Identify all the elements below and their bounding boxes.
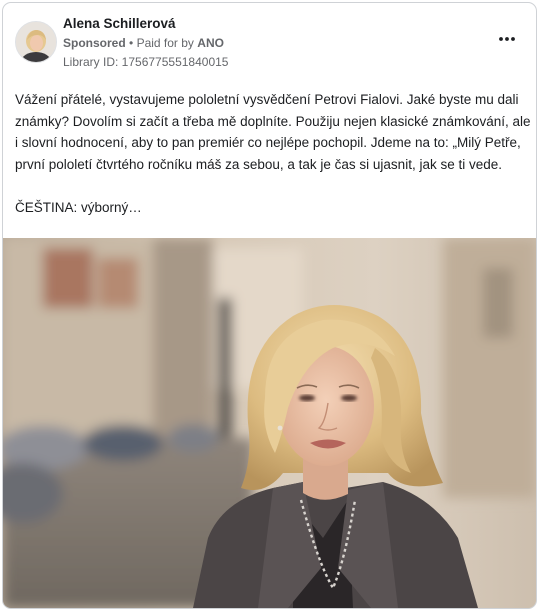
paid-for-by-label: Paid for by <box>136 36 194 50</box>
post-paragraph: ČEŠTINA: výborný… <box>15 199 142 215</box>
ad-photo[interactable] <box>3 238 536 608</box>
more-options-button[interactable] <box>496 32 518 46</box>
ad-card: Alena Schillerová Sponsored • Paid for b… <box>2 2 537 609</box>
sponsorship-line: Sponsored • Paid for by ANO <box>63 36 224 50</box>
author-avatar[interactable] <box>15 21 57 63</box>
post-body: Vážení přátelé, vystavujeme pololetní vy… <box>15 89 531 218</box>
meta-separator: • <box>129 36 134 50</box>
payer-name[interactable]: ANO <box>197 36 224 50</box>
post-paragraph: Vážení přátelé, vystavujeme pololetní vy… <box>15 92 531 172</box>
avatar-portrait-image <box>16 22 56 62</box>
library-id: Library ID: 1756775551840015 <box>63 55 229 69</box>
author-name[interactable]: Alena Schillerová <box>63 16 176 31</box>
more-horizontal-icon <box>499 37 515 41</box>
sponsored-label: Sponsored <box>63 36 126 50</box>
portrait-photo-image <box>3 238 536 608</box>
